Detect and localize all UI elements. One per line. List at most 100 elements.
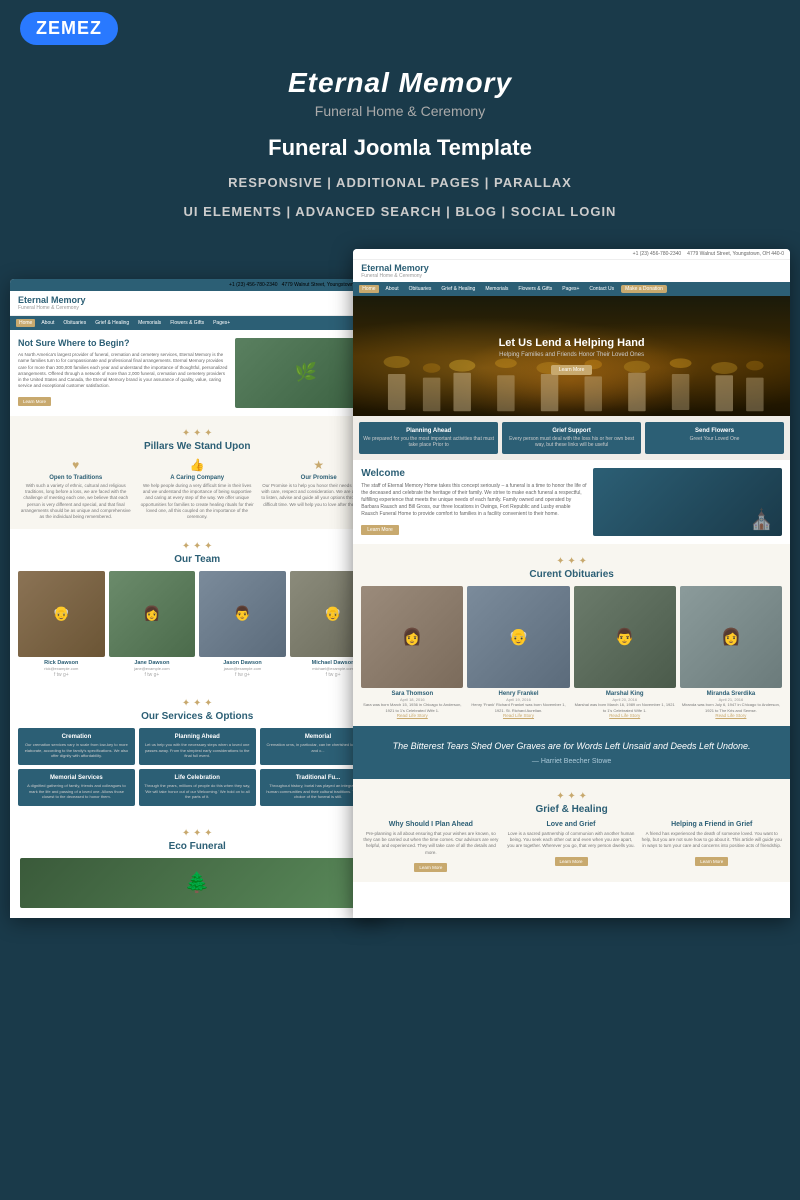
grief-col-2-btn[interactable]: Learn More (555, 857, 588, 866)
left-phone: +1 (23) 456-780-2340 (229, 282, 278, 288)
services-ornament: ✦ ✦ ✦ (18, 694, 376, 711)
obits-ornament: ✦ ✦ ✦ (361, 552, 782, 569)
right-tab-flowers[interactable]: Flowers & Gifts (515, 285, 555, 293)
services-title: Our Services & Options (18, 711, 376, 722)
grief-col-1: Why Should I Plan Ahead Pre-planning is … (361, 821, 500, 874)
features-line2: UI ELEMENTS | ADVANCED SEARCH | BLOG | S… (20, 204, 780, 219)
grief-title: Grief & Healing (361, 804, 782, 815)
grief-col-1-text: Pre-planning is all about ensuring that … (361, 831, 500, 856)
grief-col-3-btn[interactable]: Learn More (695, 857, 728, 866)
pillars-section: ✦ ✦ ✦ Pillars We Stand Upon ♥ Open to Tr… (10, 416, 384, 529)
team-email-3: jason@example.com (199, 666, 286, 671)
service-card-3-title: Send Flowers (649, 428, 780, 434)
service-planning-title: Planning Ahead (144, 734, 251, 740)
grief-section: ✦ ✦ ✦ Grief & Healing Why Should I Plan … (353, 779, 790, 882)
left-tab-obituaries[interactable]: Obituaries (60, 319, 89, 327)
welcome-title: Welcome (361, 468, 587, 479)
welcome-section: Welcome The staff of Eternal Memory Home… (353, 460, 790, 544)
obituaries-section: ✦ ✦ ✦ Curent Obituaries 👩 Sara Thomson A… (353, 544, 790, 726)
team-section: ✦ ✦ ✦ Our Team 👴 Rick Dawson rick@exampl… (10, 529, 384, 687)
service-life-text: Through the years, millions of people do… (144, 783, 251, 800)
right-address: 4779 Walnut Street, Youngstown, OH 440-0 (687, 251, 784, 257)
service-card-1-text: We prepared for you the most important a… (363, 436, 494, 448)
zemez-logo[interactable]: ZEMEZ (20, 12, 118, 45)
right-nav-donation-btn[interactable]: Make a Donation (621, 285, 667, 293)
left-contact-bar: +1 (23) 456-780-2340 4779 Walnut Street,… (10, 279, 384, 291)
obituaries-grid: 👩 Sara Thomson April 18, 2016 Sara was b… (361, 586, 782, 718)
service-card-2: Grief Support Every person must deal wit… (502, 422, 641, 454)
team-member-1: 👴 Rick Dawson rick@example.com f tw g+ (18, 571, 105, 679)
left-tab-pages[interactable]: Pages+ (210, 319, 233, 327)
left-tab-memorials[interactable]: Memorials (135, 319, 164, 327)
pillars-title: Pillars We Stand Upon (18, 441, 376, 452)
services-section-left: ✦ ✦ ✦ Our Services & Options Cremation O… (10, 686, 384, 814)
welcome-image (593, 468, 782, 536)
team-title: Our Team (18, 554, 376, 565)
hero-section: Let Us Lend a Helping Hand Helping Famil… (353, 296, 790, 416)
left-tab-home[interactable]: Home (16, 319, 35, 327)
obit-4: 👩 Miranda Srerdika April 21, 2016 Mirand… (680, 586, 782, 718)
grief-ornament: ✦ ✦ ✦ (361, 787, 782, 804)
right-tab-contact[interactable]: Contact Us (586, 285, 617, 293)
obit-text-1: Sara was born March 15, 1936 in Chicago … (361, 702, 463, 713)
page-title: Eternal Memory (20, 67, 780, 99)
service-cards-row: Planning Ahead We prepared for you the m… (353, 416, 790, 460)
quote-attribution: — Harriet Beecher Stowe (373, 758, 770, 765)
page-subtitle: Funeral Home & Ceremony (20, 103, 780, 119)
service-life-celebration: Life Celebration Through the years, mill… (139, 769, 256, 806)
right-tab-obituaries[interactable]: Obituaries (406, 285, 435, 293)
pillars-ornament: ✦ ✦ ✦ (18, 424, 376, 441)
right-tab-about[interactable]: About (383, 285, 402, 293)
features-line1: RESPONSIVE | ADDITIONAL PAGES | PARALLAX (20, 175, 780, 190)
preview-wrapper: +1 (23) 456-780-2340 4779 Walnut Street,… (0, 239, 800, 918)
team-photo-3: 👨 (199, 571, 286, 658)
pillars-row: ♥ Open to Traditions With such a variety… (18, 458, 376, 521)
hero-headline: Let Us Lend a Helping Hand (499, 337, 645, 349)
right-tab-grief[interactable]: Grief & Healing (438, 285, 478, 293)
pillar-title-1: Open to Traditions (18, 475, 133, 481)
hero-cta-btn[interactable]: Learn More (551, 365, 593, 375)
left-tab-grief[interactable]: Grief & Healing (92, 319, 132, 327)
preview-left: +1 (23) 456-780-2340 4779 Walnut Street,… (10, 279, 384, 918)
right-phone: +1 (23) 456-780-2340 (633, 251, 682, 257)
eco-title: Eco Funeral (20, 841, 374, 852)
obit-photo-3: 👨 (574, 586, 676, 688)
obit-3: 👨 Marshal King April 20, 2016 Marshal wa… (574, 586, 676, 718)
team-photo-2: 👩 (109, 571, 196, 658)
grief-col-3-title: Helping a Friend in Grief (641, 821, 782, 828)
obit-link-2[interactable]: Read Life Story (467, 713, 569, 718)
obit-1: 👩 Sara Thomson April 18, 2016 Sara was b… (361, 586, 463, 718)
obit-photo-1: 👩 (361, 586, 463, 688)
heart-icon: ♥ (18, 458, 133, 472)
welcome-btn[interactable]: Learn More (361, 525, 399, 535)
not-sure-text: Not Sure Where to Begin? As North Americ… (18, 338, 229, 408)
left-tab-flowers[interactable]: Flowers & Gifts (167, 319, 207, 327)
left-tab-about[interactable]: About (38, 319, 57, 327)
right-contact-bar: +1 (23) 456-780-2340 4779 Walnut Street,… (353, 249, 790, 260)
team-social-1: f tw g+ (18, 672, 105, 678)
welcome-text: Welcome The staff of Eternal Memory Home… (361, 468, 593, 536)
left-logo-bar: Eternal Memory Funeral Home & Ceremony (10, 291, 384, 316)
not-sure-btn[interactable]: Learn More (18, 397, 51, 406)
thumbs-icon: 👍 (139, 458, 254, 472)
eco-footer: ✦ ✦ ✦ Eco Funeral 🌲 (10, 814, 384, 918)
obit-link-1[interactable]: Read Life Story (361, 713, 463, 718)
service-memorial-services-text: A dignified gathering of family, friends… (23, 783, 130, 800)
hero-subtext: Helping Families and Friends Honor Their… (499, 352, 645, 358)
right-logo-group: Eternal Memory Funeral Home & Ceremony (361, 263, 429, 279)
obit-link-4[interactable]: Read Life Story (680, 713, 782, 718)
team-email-1: rick@example.com (18, 666, 105, 671)
right-tab-home[interactable]: Home (359, 285, 378, 293)
grief-col-2: Love and Grief Love is a sacred partners… (507, 821, 636, 874)
obit-photo-4: 👩 (680, 586, 782, 688)
obit-link-3[interactable]: Read Life Story (574, 713, 676, 718)
service-card-3-text: Greet Your Loved One (649, 436, 780, 442)
right-tab-memorials[interactable]: Memorials (482, 285, 511, 293)
right-tab-pages[interactable]: Pages+ (559, 285, 582, 293)
team-grid: 👴 Rick Dawson rick@example.com f tw g+ 👩… (18, 571, 376, 679)
grief-col-1-btn[interactable]: Learn More (414, 863, 447, 872)
header-bar: ZEMEZ (0, 0, 800, 57)
team-member-3: 👨 Jason Dawson jason@example.com f tw g+ (199, 571, 286, 679)
template-label: Funeral Joomla Template (20, 135, 780, 161)
left-nav: Home About Obituaries Grief & Healing Me… (10, 316, 384, 330)
